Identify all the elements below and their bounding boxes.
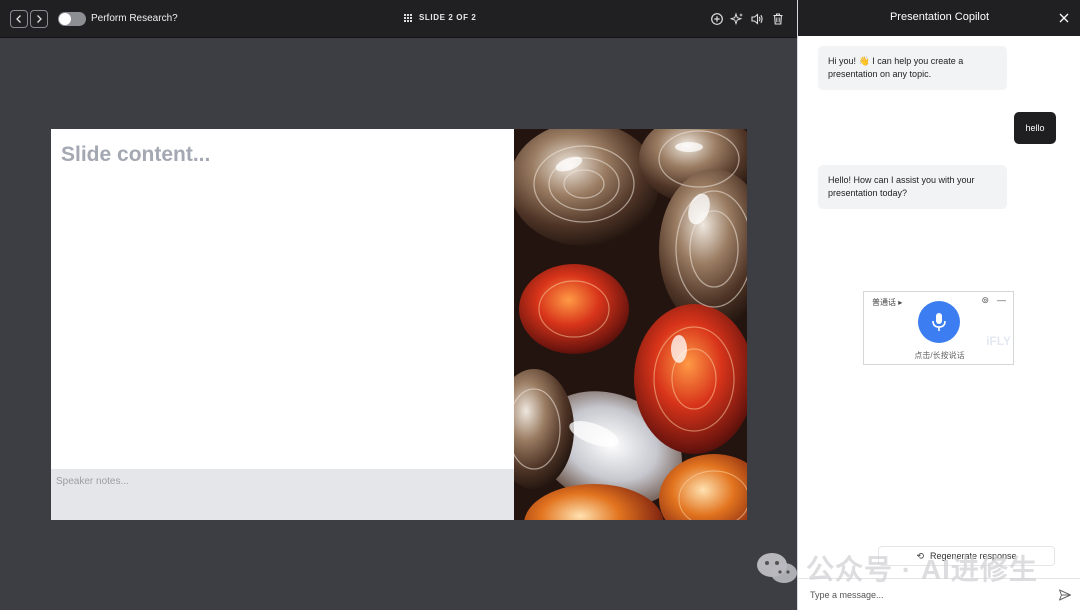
previous-slide-button[interactable] <box>10 10 28 28</box>
agate-stones-image <box>514 129 747 520</box>
message-input[interactable] <box>810 585 1046 605</box>
speaker-notes-field[interactable]: Speaker notes... <box>51 469 514 520</box>
chevron-left-icon <box>16 15 21 23</box>
panel-header: Presentation Copilot <box>798 0 1080 36</box>
speaker-icon <box>751 13 763 25</box>
microphone-button[interactable] <box>918 301 960 343</box>
top-toolbar: Perform Research? SLIDE 2 OF 2 <box>0 0 797 38</box>
research-toggle[interactable] <box>58 12 86 26</box>
assistant-message: Hi you! 👋 I can help you create a presen… <box>818 46 1007 90</box>
assistant-message: Hello! How can I assist you with your pr… <box>818 165 1007 209</box>
wechat-icon <box>757 553 797 583</box>
user-message: hello <box>1014 112 1056 144</box>
slide-image-agate-stones[interactable] <box>514 129 747 520</box>
ai-generate-button[interactable] <box>729 12 744 26</box>
send-icon <box>1059 589 1071 601</box>
slide-canvas: Slide content... Speaker notes... <box>51 129 747 520</box>
minimize-icon[interactable]: — <box>997 295 1006 306</box>
next-slide-button[interactable] <box>30 10 48 28</box>
ifly-logo: iFLY <box>986 334 1011 348</box>
delete-slide-button[interactable] <box>771 12 785 26</box>
voice-language-label: 普通话 <box>872 298 896 307</box>
microphone-icon <box>932 313 946 331</box>
panel-title: Presentation Copilot <box>889 11 990 23</box>
plus-circle-icon <box>711 13 723 25</box>
trash-icon <box>773 13 783 25</box>
slide-counter-text: SLIDE 2 OF 2 <box>419 13 477 22</box>
send-button[interactable] <box>1058 588 1072 602</box>
sparkles-icon <box>729 12 743 26</box>
speaker-button[interactable] <box>750 12 764 26</box>
slide-content-placeholder[interactable]: Slide content... <box>61 143 504 167</box>
voice-widget-controls: ⊚ — <box>981 295 1006 306</box>
watermark-text: 公众号 · AI进修生 <box>806 554 1038 585</box>
close-icon <box>1059 13 1069 23</box>
research-toggle-label: Perform Research? <box>91 13 178 24</box>
add-slide-button[interactable] <box>710 12 724 26</box>
voice-hint: 点击/长按说话 <box>914 351 965 360</box>
caret-right-icon: ▸ <box>898 298 903 307</box>
chevron-right-icon <box>37 15 42 23</box>
voice-language-selector[interactable]: 普通话 ▸ <box>872 297 902 308</box>
close-panel-button[interactable] <box>1057 11 1071 25</box>
slide-content-area[interactable]: Slide content... <box>51 129 514 469</box>
slide-counter[interactable]: SLIDE 2 OF 2 <box>404 13 476 22</box>
grid-icon <box>404 13 412 22</box>
voice-input-widget: 普通话 ▸ ⊚ — 点击/长按说话 iFLY <box>863 291 1014 365</box>
settings-icon[interactable]: ⊚ <box>981 295 989 306</box>
toggle-knob <box>59 13 71 25</box>
watermark: 公众号 · AI进修生 <box>756 548 1038 588</box>
copilot-panel: Presentation Copilot Hi you! 👋 I can hel… <box>797 0 1080 610</box>
